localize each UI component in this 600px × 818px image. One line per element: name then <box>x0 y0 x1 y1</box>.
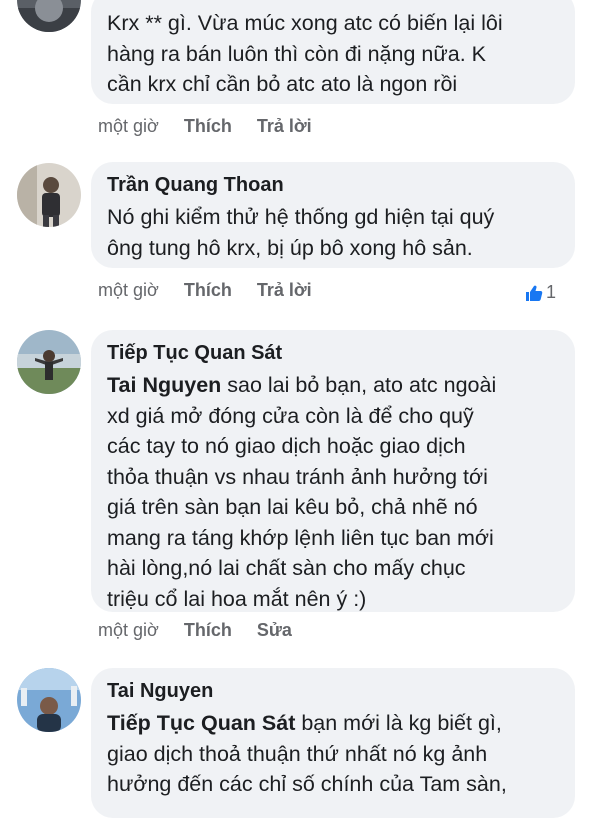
thumbs-up-icon <box>524 283 544 303</box>
edit-button[interactable]: Sửa <box>257 620 292 640</box>
comment-bubble: Tai Nguyen Tiếp Tục Quan Sát bạn mới là … <box>91 668 575 818</box>
reply-button[interactable]: Trả lời <box>257 116 312 136</box>
like-button[interactable]: Thích <box>184 280 232 300</box>
comment-bubble: Tiếp Tục Quan Sát Tai Nguyen sao lai bỏ … <box>91 330 575 612</box>
like-button[interactable]: Thích <box>184 620 232 640</box>
comment-author[interactable]: Tai Nguyen <box>107 678 559 704</box>
avatar-image <box>17 0 81 32</box>
mention-link[interactable]: Tiếp Tục Quan Sát <box>107 711 295 735</box>
like-button[interactable]: Thích <box>184 116 232 136</box>
avatar-image <box>17 330 81 394</box>
reaction-count-number: 1 <box>546 282 557 302</box>
timestamp[interactable]: một giờ <box>98 116 159 136</box>
avatar[interactable] <box>17 330 81 394</box>
comment-bubble: Krx ** gì. Vừa múc xong atc có biến lại … <box>91 0 575 104</box>
comment-author[interactable]: Trần Quang Thoan <box>107 172 559 198</box>
comment-actions: một giờ Thích Sửa <box>98 620 312 641</box>
comment-author[interactable]: Tiếp Tục Quan Sát <box>107 340 559 366</box>
timestamp[interactable]: một giờ <box>98 620 159 640</box>
timestamp[interactable]: một giờ <box>98 280 159 300</box>
comment-text: Tiếp Tục Quan Sát bạn mới là kg biết gì,… <box>107 711 507 796</box>
comment-text: Krx ** gì. Vừa múc xong atc có biến lại … <box>107 11 503 96</box>
comment-text: Tai Nguyen sao lai bỏ bạn, ato atc ngoài… <box>107 373 497 611</box>
reply-button[interactable]: Trả lời <box>257 280 312 300</box>
mention-link[interactable]: Tai Nguyen <box>107 373 221 397</box>
avatar-image <box>17 163 81 227</box>
avatar-image <box>17 668 81 732</box>
comment-text: Nó ghi kiểm thử hệ thống gd hiện tại quý… <box>107 205 495 260</box>
avatar[interactable] <box>17 668 81 732</box>
reaction-count[interactable]: 1 <box>524 282 556 303</box>
comment-actions: một giờ Thích Trả lời <box>98 280 332 301</box>
comment-bubble: Trần Quang Thoan Nó ghi kiểm thử hệ thốn… <box>91 162 575 268</box>
avatar[interactable] <box>17 0 81 32</box>
avatar[interactable] <box>17 163 81 227</box>
comment-actions: một giờ Thích Trả lời <box>98 116 332 137</box>
